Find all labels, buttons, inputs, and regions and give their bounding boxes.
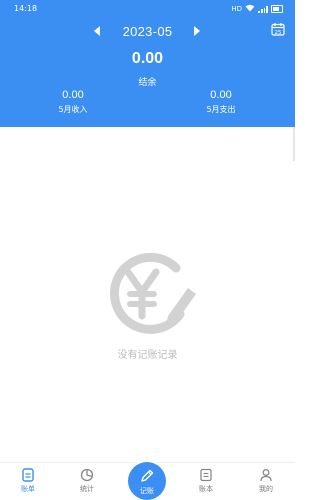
income-value: 0.00: [62, 89, 84, 101]
chart-icon: [80, 468, 94, 482]
status-icons: HD: [231, 4, 283, 14]
status-time: 14:18: [14, 4, 38, 13]
pencil-icon: [141, 469, 154, 482]
expense-label: 5月支出: [206, 105, 236, 114]
scrollbar-thumb[interactable]: [293, 127, 295, 161]
summary-header: 14:18 HD 2023-05 25 0.00 结余 0.00 5月收入 0.…: [0, 0, 295, 127]
expense-summary: 0.00 5月支出: [176, 88, 266, 117]
add-record-button[interactable]: 记账: [128, 462, 166, 500]
empty-state: 没有记账记录: [0, 248, 295, 368]
app-screen: 14:18 HD 2023-05 25 0.00 结余 0.00 5月收入 0.…: [0, 0, 295, 500]
expense-value: 0.00: [210, 89, 232, 101]
balance-label: 结余: [138, 78, 157, 88]
current-month[interactable]: 2023-05: [0, 24, 295, 39]
nav-item-ledger[interactable]: 账本: [186, 468, 226, 498]
nav-label-ledger: 账本: [199, 485, 213, 493]
nav-label-stats: 统计: [80, 485, 94, 493]
battery-icon: [271, 5, 283, 13]
status-bar: 14:18 HD: [0, 0, 295, 18]
signal-icon: [258, 5, 268, 13]
empty-message: 没有记账记录: [117, 350, 178, 361]
month-selector: 2023-05: [0, 21, 295, 43]
yen-pencil-icon: [110, 252, 196, 334]
nav-label-mine: 我的: [259, 485, 273, 493]
nav-label-bills: 账单: [21, 485, 35, 493]
next-month-icon[interactable]: [194, 26, 200, 36]
bill-icon: [22, 468, 34, 482]
add-record-label: 记账: [140, 487, 154, 495]
income-summary: 0.00 5月收入: [28, 88, 118, 117]
income-label: 5月收入: [58, 105, 88, 114]
network-type-label: HD: [231, 5, 242, 13]
balance-value: 0.00: [131, 50, 164, 67]
calendar-icon[interactable]: 25: [271, 22, 285, 36]
ledger-icon: [200, 468, 212, 482]
nav-item-bills[interactable]: 账单: [8, 468, 48, 498]
nav-item-mine[interactable]: 我的: [246, 468, 286, 498]
wifi-icon: [245, 4, 255, 14]
nav-item-stats[interactable]: 统计: [67, 468, 107, 498]
calendar-day-label: 25: [275, 30, 282, 36]
user-icon: [260, 469, 272, 482]
